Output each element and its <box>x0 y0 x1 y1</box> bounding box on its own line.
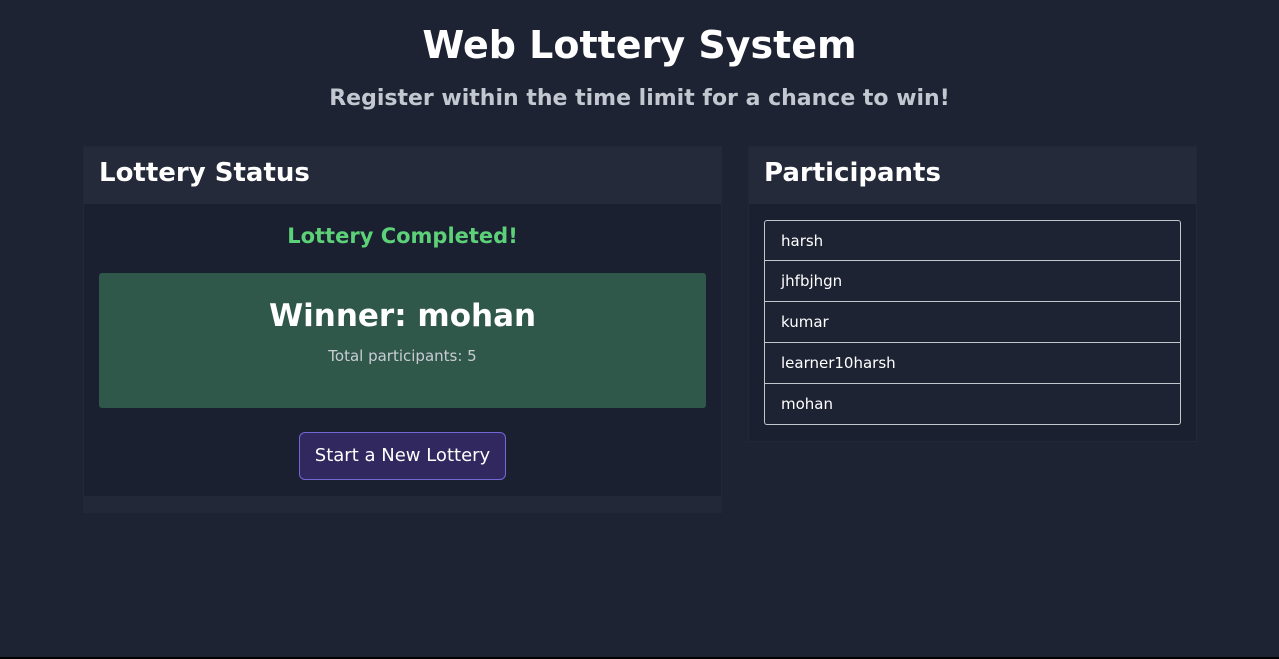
lottery-status-card-footer <box>84 496 721 512</box>
lottery-status-title: Lottery Status <box>99 158 310 188</box>
winner-text: Winner: mohan <box>268 298 537 334</box>
winner-panel: Winner: mohan Total participants: 5 <box>99 273 706 408</box>
lottery-status-card: Lottery Status Lottery Completed! Winner… <box>83 146 722 513</box>
start-new-lottery-button[interactable]: Start a New Lottery <box>299 432 506 480</box>
participant-item: jhfbjhgn <box>764 261 1181 302</box>
lottery-status-card-header: Lottery Status <box>84 147 721 204</box>
participants-card: Participants harsh jhfbjhgn kumar learne… <box>748 146 1197 442</box>
participant-item: harsh <box>764 220 1181 261</box>
page-title: Web Lottery System <box>422 23 857 67</box>
participants-list: harsh jhfbjhgn kumar learner10harsh moha… <box>764 220 1181 425</box>
participant-item: kumar <box>764 302 1181 343</box>
participant-item: learner10harsh <box>764 343 1181 384</box>
lottery-completed-message: Lottery Completed! <box>287 224 518 248</box>
total-participants-text: Total participants: 5 <box>328 347 477 365</box>
participants-card-header: Participants <box>749 147 1196 204</box>
participants-title: Participants <box>764 158 941 188</box>
lottery-page: Web Lottery System Register within the t… <box>0 0 1279 657</box>
page-subtitle: Register within the time limit for a cha… <box>329 86 950 111</box>
participant-item: mohan <box>764 384 1181 425</box>
